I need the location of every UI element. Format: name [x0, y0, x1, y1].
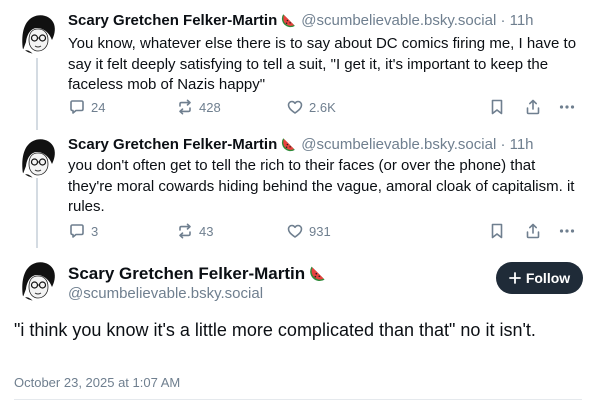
watermelon-icon [308, 263, 327, 287]
repost-button[interactable]: 428 [176, 98, 221, 116]
follow-label: Follow [525, 270, 571, 286]
repost-count: 428 [199, 99, 221, 115]
more-icon [559, 229, 575, 233]
reply-icon [70, 100, 84, 114]
repost-button[interactable]: 43 [176, 222, 213, 240]
avatar[interactable] [15, 134, 59, 178]
reply-count: 24 [91, 99, 106, 115]
more-button[interactable] [558, 98, 576, 116]
avatar[interactable] [15, 257, 59, 301]
watermelon-icon [280, 135, 297, 156]
more-icon [559, 105, 575, 109]
post-date[interactable]: October 23, 2025 at 1:07 AM [14, 375, 180, 390]
divider [14, 399, 582, 400]
avatar[interactable] [15, 10, 59, 54]
share-icon [526, 223, 540, 239]
share-button[interactable] [524, 222, 542, 240]
post-time[interactable]: · 11h [500, 12, 533, 29]
plus-icon [508, 272, 521, 284]
repost-icon [179, 99, 191, 115]
post-text: You know, whatever else there is to say … [68, 35, 577, 93]
reply-icon [70, 224, 84, 238]
post-time[interactable]: · 11h [500, 136, 533, 153]
like-button[interactable]: 931 [286, 222, 331, 240]
like-icon [287, 100, 303, 114]
bookmark-button[interactable] [489, 98, 505, 116]
repost-count: 43 [199, 223, 214, 239]
reply-button[interactable]: 3 [68, 222, 98, 240]
bookmark-button[interactable] [489, 222, 505, 240]
share-button[interactable] [524, 98, 542, 116]
post-actions: 24 428 2.6K [68, 98, 582, 118]
author-name[interactable]: Scary Gretchen Felker-Martin [68, 12, 277, 29]
reply-button[interactable]: 24 [68, 98, 105, 116]
bookmark-icon [491, 99, 503, 115]
follow-button[interactable]: Follow [496, 262, 583, 294]
bookmark-icon [491, 223, 503, 239]
like-button[interactable]: 2.6K [286, 98, 336, 116]
main-author-name[interactable]: Scary Gretchen Felker-Martin [68, 263, 331, 287]
author-handle[interactable]: @scumbelievable.bsky.social [68, 285, 263, 302]
like-count: 931 [309, 223, 331, 239]
post-header: Scary Gretchen Felker-Martin @scumbelieva… [68, 135, 534, 156]
author-handle[interactable]: @scumbelievable.bsky.social [301, 136, 496, 153]
like-count: 2.6K [309, 99, 336, 115]
reply-count: 3 [91, 223, 99, 239]
share-icon [526, 99, 540, 115]
author-name[interactable]: Scary Gretchen Felker-Martin [68, 264, 305, 283]
repost-icon [179, 223, 191, 239]
main-post-text: "i think you know it's a little more com… [14, 320, 536, 340]
author-handle[interactable]: @scumbelievable.bsky.social [301, 12, 496, 29]
post-text: you don't often get to tell the rich to … [68, 157, 575, 215]
like-icon [287, 224, 303, 238]
post-header: Scary Gretchen Felker-Martin @scumbelieva… [68, 11, 534, 32]
watermelon-icon [280, 11, 297, 32]
author-name[interactable]: Scary Gretchen Felker-Martin [68, 136, 277, 153]
post-actions: 3 43 931 [68, 222, 582, 242]
more-button[interactable] [558, 222, 576, 240]
thread-line [36, 178, 38, 248]
thread-line [36, 58, 38, 130]
